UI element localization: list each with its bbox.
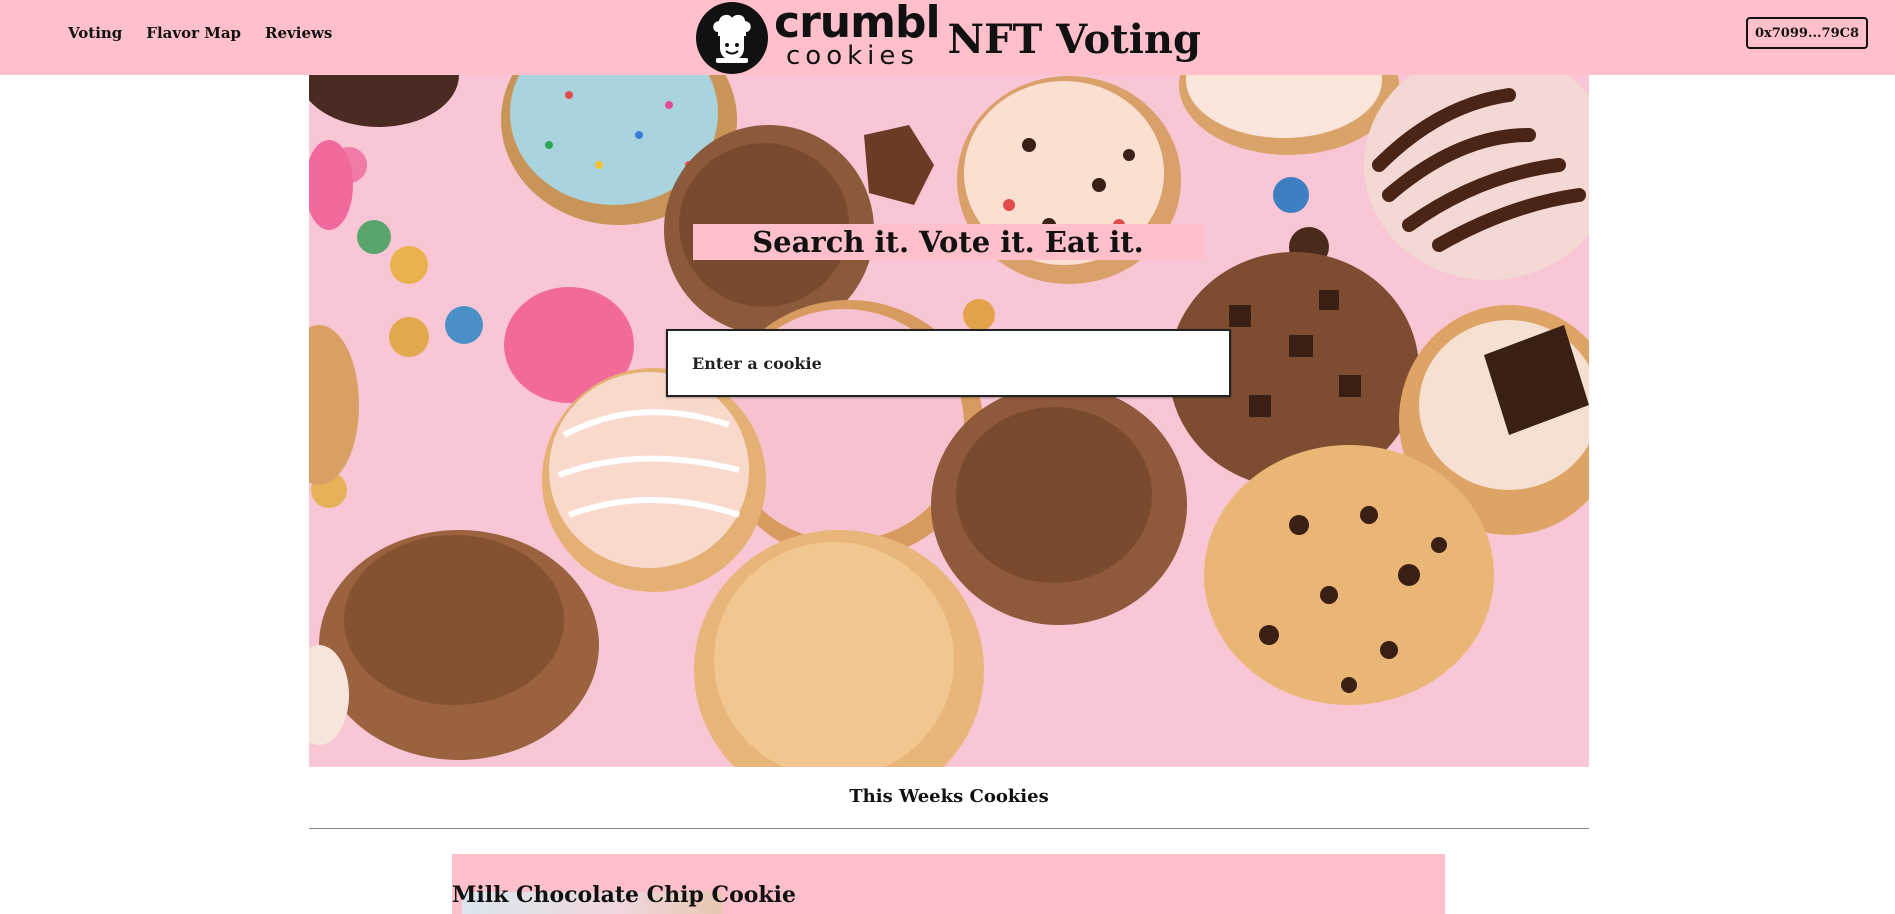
cookie-card[interactable]: Milk Chocolate Chip Cookie [452,854,1445,914]
section-divider [309,828,1589,829]
brand: crumbl cookies NFT Voting [696,0,1201,75]
logo-subword: cookies [786,40,919,71]
hero-cookies-image [309,75,1589,767]
nav-flavor-map-link[interactable]: Flavor Map [146,24,241,42]
cookie-card-title: Milk Chocolate Chip Cookie [452,882,797,908]
main-nav: Voting Flavor Map Reviews [68,24,332,42]
section-title: This Weeks Cookies [849,786,1049,807]
chef-logo-icon [696,1,768,74]
logo-wordmark: crumbl cookies [774,0,941,71]
wallet-address-button[interactable]: 0x7099...79C8 [1746,17,1868,49]
nav-reviews-link[interactable]: Reviews [265,24,332,42]
nav-voting-link[interactable]: Voting [68,24,122,42]
hero-banner: Search it. Vote it. Eat it. Enter a cook… [309,75,1589,767]
logo-word: crumbl [774,0,941,48]
top-header: Voting Flavor Map Reviews crumbl cookies… [0,0,1895,75]
page-title: NFT Voting [947,16,1201,63]
cookie-search-input[interactable]: Enter a cookie [666,329,1231,397]
hero-tagline: Search it. Vote it. Eat it. [693,224,1203,260]
